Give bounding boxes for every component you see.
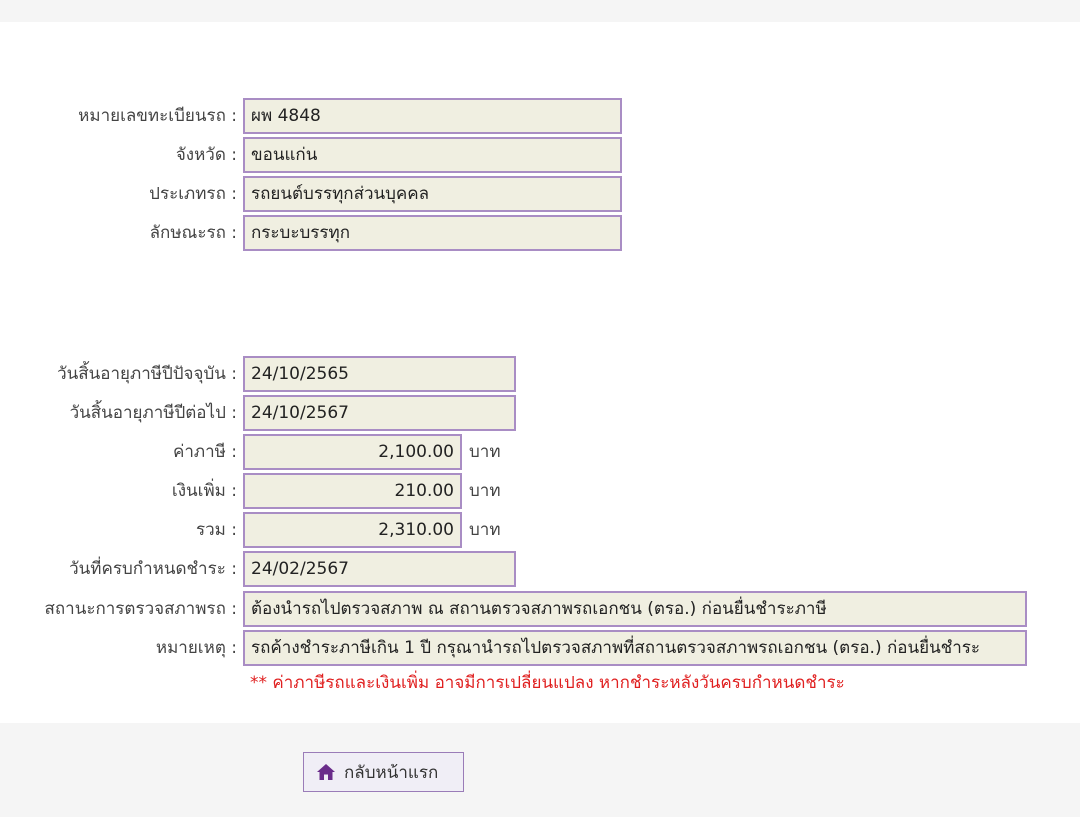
total-field: 2,310.00 [243,512,462,548]
surcharge-field: 210.00 [243,473,462,509]
total-row: รวม : 2,310.00 บาท [0,512,1080,548]
home-icon [316,763,336,781]
remark-row: หมายเหตุ : รถค้างชำระภาษีเกิน 1 ปี กรุณา… [0,630,1080,666]
warning-note: ** ค่าภาษีรถและเงินเพิ่ม อาจมีการเปลี่ยน… [250,673,845,693]
back-home-label: กลับหน้าแรก [344,762,439,783]
next-expiry-row: วันสิ้นอายุภาษีปีต่อไป : 24/10/2567 [0,395,1080,431]
due-date-field: 24/02/2567 [243,551,516,587]
tax-amount-row: ค่าภาษี : 2,100.00 บาท [0,434,1080,470]
current-expiry-row: วันสิ้นอายุภาษีปีปัจจุบัน : 24/10/2565 [0,356,1080,392]
province-label: จังหวัด : [175,145,237,165]
remark-field: รถค้างชำระภาษีเกิน 1 ปี กรุณานำรถไปตรวจส… [243,630,1027,666]
vehicle-style-field: กระบะบรรทุก [243,215,622,251]
province-row: จังหวัด : ขอนแก่น [0,137,1080,173]
footer-bar [0,723,1080,817]
plate-label: หมายเลขทะเบียนรถ : [78,106,237,126]
current-expiry-label: วันสิ้นอายุภาษีปีปัจจุบัน : [57,364,237,384]
plate-field: ผพ 4848 [243,98,622,134]
province-field: ขอนแก่น [243,137,622,173]
tax-amount-label: ค่าภาษี : [172,442,237,462]
total-label: รวม : [195,520,237,540]
vehicle-type-label: ประเภทรถ : [149,184,237,204]
due-date-row: วันที่ครบกำหนดชำระ : 24/02/2567 [0,551,1080,587]
surcharge-row: เงินเพิ่ม : 210.00 บาท [0,473,1080,509]
currency-unit: บาท [469,442,501,462]
inspection-status-field: ต้องนำรถไปตรวจสภาพ ณ สถานตรวจสภาพรถเอกชน… [243,591,1027,627]
surcharge-label: เงินเพิ่ม : [171,481,237,501]
vehicle-style-row: ลักษณะรถ : กระบะบรรทุก [0,215,1080,251]
currency-unit: บาท [469,520,501,540]
inspection-status-row: สถานะการตรวจสภาพรถ : ต้องนำรถไปตรวจสภาพ … [0,591,1080,627]
back-home-button[interactable]: กลับหน้าแรก [303,752,464,792]
vehicle-type-row: ประเภทรถ : รถยนต์บรรทุกส่วนบุคคล [0,176,1080,212]
vehicle-style-label: ลักษณะรถ : [149,223,237,243]
plate-row: หมายเลขทะเบียนรถ : ผพ 4848 [0,98,1080,134]
top-bar [0,0,1080,22]
inspection-status-label: สถานะการตรวจสภาพรถ : [44,599,237,619]
due-date-label: วันที่ครบกำหนดชำระ : [69,559,237,579]
currency-unit: บาท [469,481,501,501]
remark-label: หมายเหตุ : [155,638,237,658]
next-expiry-label: วันสิ้นอายุภาษีปีต่อไป : [69,403,237,423]
tax-amount-field: 2,100.00 [243,434,462,470]
current-expiry-field: 24/10/2565 [243,356,516,392]
next-expiry-field: 24/10/2567 [243,395,516,431]
vehicle-type-field: รถยนต์บรรทุกส่วนบุคคล [243,176,622,212]
